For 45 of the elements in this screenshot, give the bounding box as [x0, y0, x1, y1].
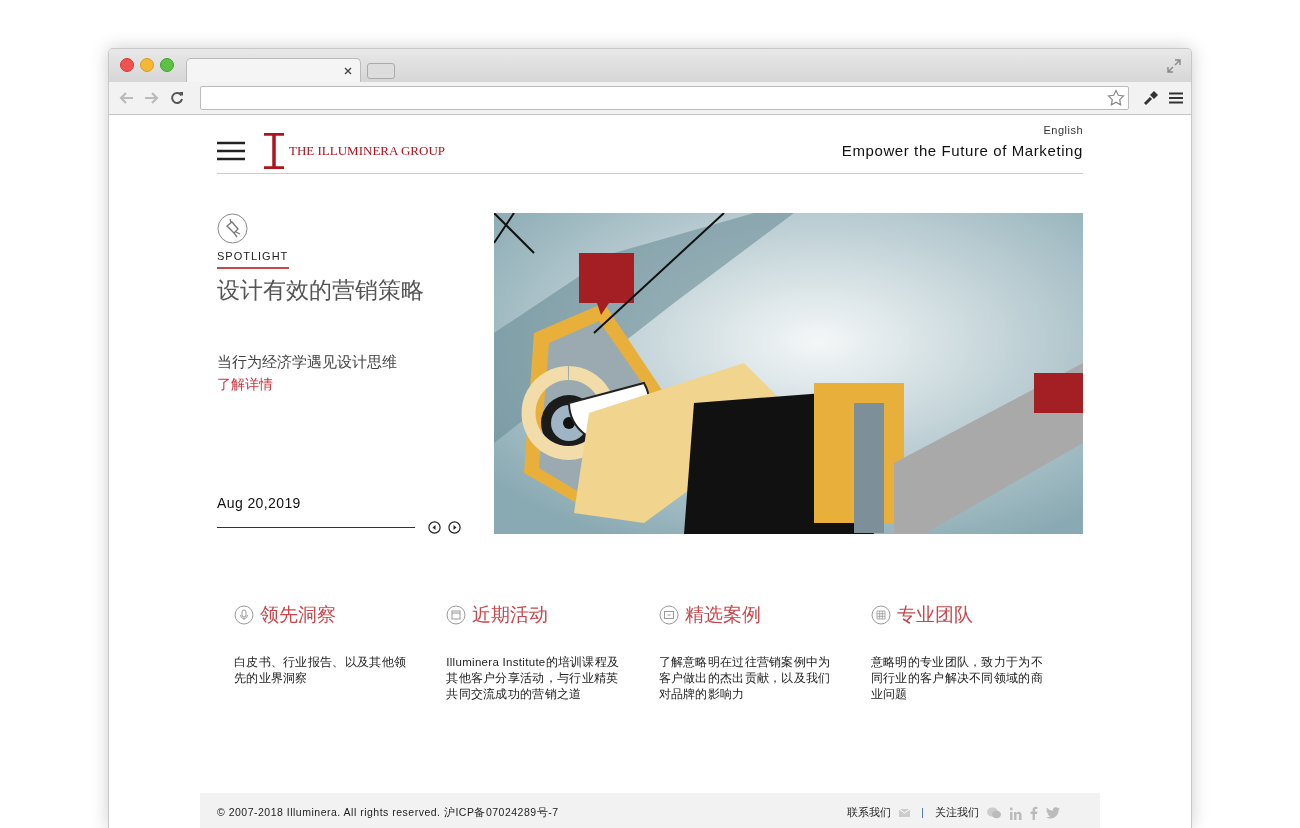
- spotlight-title: 设计有效的营销策略: [217, 276, 424, 305]
- linkedin-icon[interactable]: [1009, 806, 1022, 820]
- spotlight-icon: [217, 213, 248, 244]
- feature-title[interactable]: 近期活动: [472, 602, 549, 628]
- star-icon[interactable]: [1107, 89, 1125, 107]
- copyright-text: © 2007-2018 Illuminera. All rights reserved. 沪ICP备07024289号-7: [217, 806, 559, 820]
- back-icon[interactable]: [118, 91, 134, 105]
- menu-icon[interactable]: [1169, 92, 1183, 104]
- language-link[interactable]: English: [1043, 124, 1083, 136]
- feature-description: 了解意略明在过往营销案例中为客户做出的杰出贡献，以及我们对品牌的影响力: [658, 655, 832, 702]
- microphone-icon: [234, 605, 254, 625]
- close-window-button[interactable]: [120, 58, 134, 72]
- menu-icon[interactable]: [217, 141, 245, 161]
- spotlight-date: Aug 20,2019: [217, 495, 301, 511]
- company-logo[interactable]: THE ILLUMINERA GROUP: [263, 133, 445, 169]
- chat-icon[interactable]: [987, 807, 1001, 819]
- facebook-icon[interactable]: [1030, 806, 1038, 820]
- next-icon[interactable]: [448, 521, 461, 534]
- fullscreen-icon[interactable]: [1167, 59, 1181, 73]
- close-icon[interactable]: [344, 66, 352, 75]
- contact-link[interactable]: 联系我们: [847, 806, 891, 820]
- feature-description: Illuminera Institute的培训课程及其他客户分享活动，与行业精英共同交流成功的营销之道: [446, 655, 621, 702]
- spotlight-subtitle: 当行为经济学遇见设计思维: [217, 353, 397, 372]
- feature-title[interactable]: 领先洞察: [260, 602, 336, 628]
- reload-icon[interactable]: [170, 91, 184, 105]
- feature-title[interactable]: 专业团队: [896, 602, 973, 628]
- minimize-window-button[interactable]: [140, 58, 154, 72]
- tagline: Empower the Future of Marketing: [841, 142, 1083, 159]
- follow-link[interactable]: 关注我们: [935, 806, 979, 820]
- calendar-icon: [446, 605, 467, 625]
- learn-more-link[interactable]: 了解详情: [217, 376, 273, 394]
- address-bar[interactable]: [200, 86, 1129, 110]
- twitter-icon[interactable]: [1046, 807, 1060, 819]
- new-tab-button[interactable]: [367, 63, 395, 79]
- feature-title[interactable]: 精选案例: [684, 602, 761, 628]
- mail-icon[interactable]: [899, 809, 910, 817]
- forward-icon[interactable]: [144, 91, 160, 105]
- logo-mark-icon: [263, 133, 285, 169]
- zoom-window-button[interactable]: [160, 58, 174, 72]
- feature-description: 意略明的专业团队，致力于为不同行业的客户解决不同领域的商业问题: [870, 655, 1044, 702]
- logo-text: THE ILLUMINERA GROUP: [289, 143, 445, 159]
- previous-icon[interactable]: [428, 521, 441, 534]
- feature-description: 白皮书、行业报告、以及其他领先的业界洞察: [234, 655, 408, 686]
- grid-icon: [870, 605, 891, 625]
- section-label: SPOTLIGHT: [217, 250, 289, 262]
